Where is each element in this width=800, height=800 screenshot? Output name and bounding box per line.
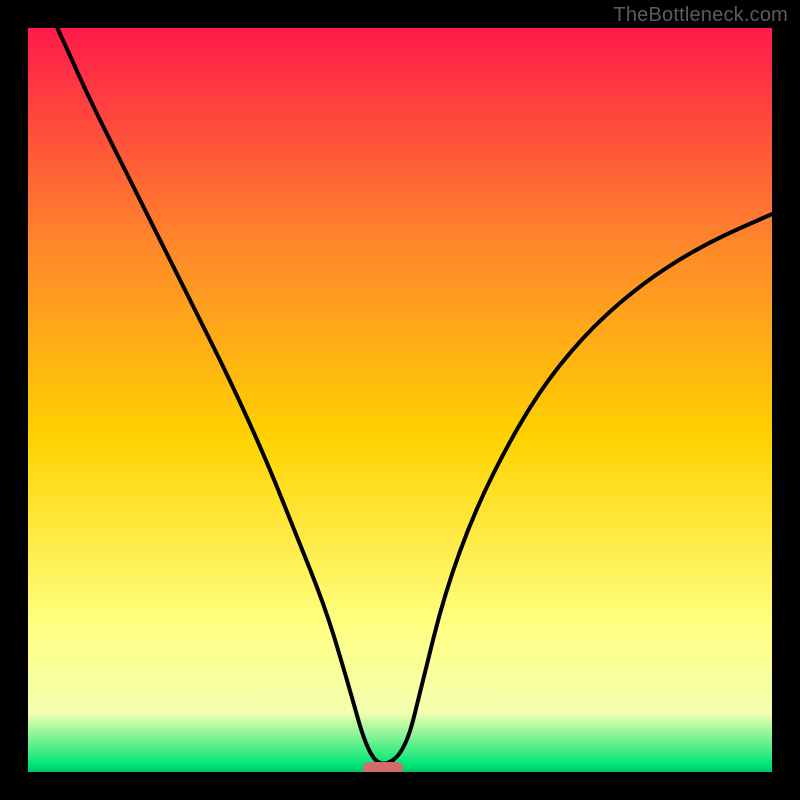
chart-frame: TheBottleneck.com xyxy=(0,0,800,800)
plot-area xyxy=(28,28,772,772)
optimal-zone-marker xyxy=(363,762,402,772)
bottleneck-curve xyxy=(28,28,772,772)
watermark-text: TheBottleneck.com xyxy=(613,4,788,27)
